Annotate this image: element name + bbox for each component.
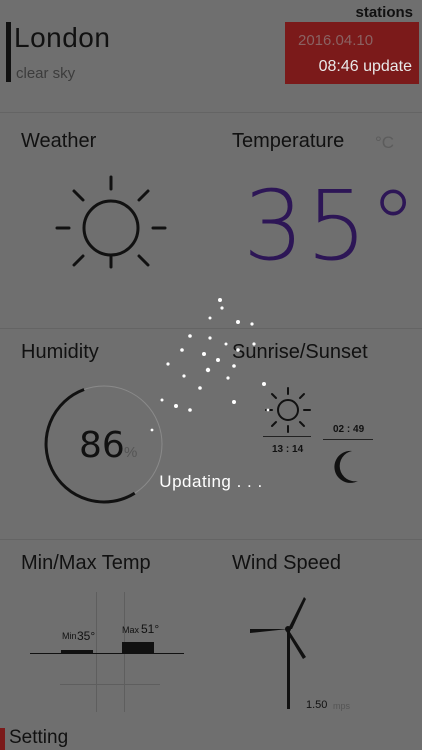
update-date: 2016.04.10 bbox=[298, 32, 374, 49]
wind-turbine-icon bbox=[250, 597, 306, 709]
max-bar bbox=[122, 642, 154, 653]
wind-speed-unit: mps bbox=[333, 701, 351, 711]
sun-icon bbox=[55, 175, 167, 269]
weather-description: clear sky bbox=[16, 65, 76, 82]
loading-spinner-dots bbox=[150, 298, 270, 432]
update-box[interactable]: 2016.04.10 08:46 update bbox=[285, 22, 419, 84]
sunset-line bbox=[323, 439, 373, 440]
minmax-grid-line bbox=[96, 592, 97, 712]
humidity-title: Humidity bbox=[21, 341, 99, 363]
humidity-unit: % bbox=[124, 444, 138, 461]
divider bbox=[0, 112, 422, 113]
max-label: Max bbox=[122, 625, 140, 635]
minmax-baseline bbox=[30, 653, 184, 654]
location-accent-bar bbox=[6, 22, 11, 82]
humidity-value: 86 bbox=[79, 425, 125, 466]
max-value: 51° bbox=[141, 622, 160, 636]
temperature-unit-toggle[interactable]: °C bbox=[375, 133, 394, 153]
wind-speed-value: 1.50 bbox=[306, 699, 328, 711]
min-value: 35° bbox=[77, 629, 96, 643]
wind-speed-title: Wind Speed bbox=[232, 552, 341, 574]
weather-title: Weather bbox=[21, 130, 97, 152]
city-name: London bbox=[14, 22, 111, 53]
minmax-title: Min/Max Temp bbox=[21, 552, 151, 574]
sunrise-time: 13 : 14 bbox=[272, 444, 304, 455]
setting-accent-bar bbox=[0, 728, 5, 750]
stations-button[interactable]: stations bbox=[355, 4, 413, 21]
setting-button[interactable]: Setting bbox=[9, 727, 68, 749]
min-label: Min bbox=[62, 631, 77, 641]
temperature-title: Temperature bbox=[232, 130, 345, 152]
updating-overlay-text: Updating . . . bbox=[159, 472, 263, 491]
sunset-time: 02 : 49 bbox=[333, 424, 365, 435]
min-bar bbox=[61, 650, 93, 653]
temperature-value: 35° bbox=[243, 170, 420, 282]
minmax-grid-line bbox=[60, 684, 160, 685]
update-time: 08:46 update bbox=[318, 58, 412, 75]
divider bbox=[0, 539, 422, 540]
